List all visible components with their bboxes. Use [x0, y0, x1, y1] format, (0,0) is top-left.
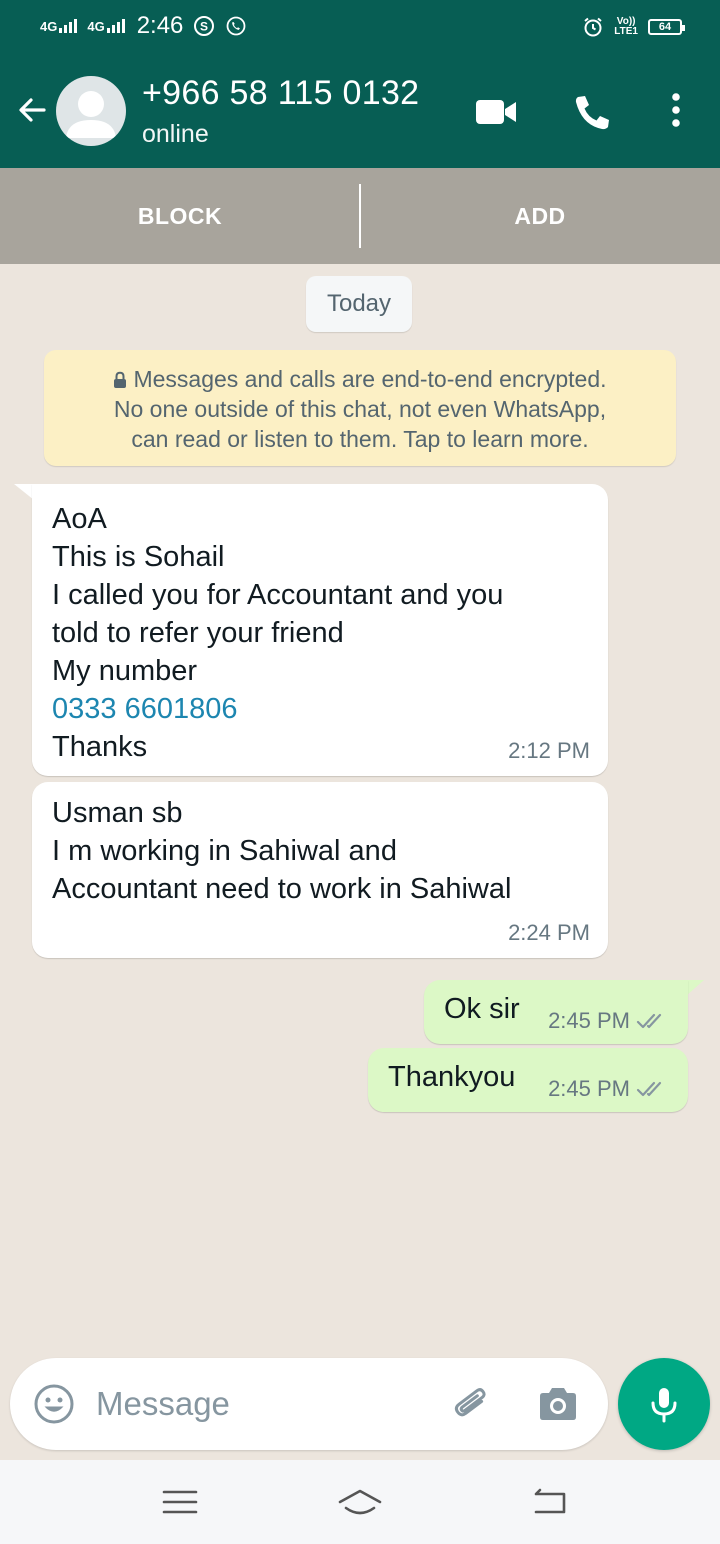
bubble-tail	[686, 980, 704, 996]
chat-area[interactable]: Today Messages and calls are end-to-end …	[0, 264, 720, 1460]
battery-level: 64	[658, 21, 672, 33]
message-line: I called you for Accountant and you	[52, 579, 504, 611]
video-camera-icon[interactable]	[474, 92, 518, 132]
microphone-icon	[651, 1388, 677, 1423]
signal-icon	[59, 19, 78, 33]
incoming-message[interactable]: Usman sb I m working in Sahiwal and Acco…	[32, 782, 608, 958]
message-line: told to refer your friend	[52, 617, 344, 649]
outgoing-message[interactable]: Ok sir 2:45 PM	[424, 980, 688, 1044]
message-meta: 2:45 PM	[548, 1076, 670, 1102]
status-bar-left: 4G 4G 2:46 S	[40, 12, 247, 40]
arrow-left-icon[interactable]	[14, 92, 50, 128]
message-time: 2:12 PM	[508, 738, 590, 763]
bubble-tail	[14, 484, 34, 500]
status-bar: 4G 4G 2:46 S Vo)) LTE1 64	[0, 0, 720, 56]
battery-icon: 64	[648, 19, 685, 35]
outgoing-message[interactable]: Thankyou 2:45 PM	[368, 1048, 688, 1112]
encryption-line-3: can read or listen to them. Tap to learn…	[131, 426, 589, 452]
lock-icon	[114, 371, 127, 388]
chat-header: +966 58 115 0132 online	[0, 56, 720, 168]
message-line: Thankyou	[388, 1061, 516, 1093]
encryption-text-1: Messages and calls are end-to-end encryp…	[133, 366, 607, 392]
message-composer	[10, 1358, 608, 1450]
home-icon[interactable]	[336, 1484, 384, 1520]
message-meta: 2:45 PM	[548, 1008, 670, 1034]
volte-indicator: Vo)) LTE1	[614, 17, 638, 37]
block-button[interactable]: BLOCK	[0, 168, 360, 264]
message-line: I m working in Sahiwal and	[52, 835, 397, 867]
encryption-line-1: Messages and calls are end-to-end encryp…	[44, 364, 676, 394]
recent-apps-icon[interactable]	[160, 1484, 200, 1520]
add-button[interactable]: ADD	[360, 168, 720, 264]
message-line: My number	[52, 655, 198, 687]
phone-icon[interactable]	[570, 92, 614, 132]
system-navigation-bar	[0, 1460, 720, 1544]
message-line: Usman sb	[52, 797, 183, 829]
read-ticks-icon	[636, 1013, 662, 1029]
more-vertical-icon[interactable]	[654, 92, 698, 132]
date-separator: Today	[306, 276, 412, 332]
message-line: AoA	[52, 503, 107, 535]
message-time: 2:45 PM	[548, 1076, 630, 1101]
alarm-icon	[584, 17, 602, 37]
system-back-icon[interactable]	[530, 1484, 570, 1520]
encryption-line-2: No one outside of this chat, not even Wh…	[113, 396, 607, 422]
signal-icon	[106, 19, 125, 33]
message-input[interactable]	[96, 1378, 426, 1430]
network-indicator-2: 4G	[87, 19, 125, 34]
read-ticks-icon	[636, 1081, 662, 1097]
phone-number-link[interactable]: 0333 6601806	[52, 690, 588, 728]
microphone-button[interactable]	[618, 1358, 710, 1450]
clock: 2:46	[136, 12, 184, 39]
message-time: 2:24 PM	[508, 920, 590, 945]
block-add-bar: BLOCK ADD	[0, 168, 720, 264]
network-type-1: 4G	[40, 19, 58, 34]
default-avatar-icon	[66, 91, 116, 138]
emoji-icon[interactable]	[32, 1382, 76, 1426]
divider	[359, 184, 361, 248]
paperclip-icon[interactable]	[448, 1382, 494, 1428]
svg-text:S: S	[200, 20, 208, 34]
network-indicator-1: 4G	[40, 19, 78, 34]
camera-icon[interactable]	[536, 1382, 580, 1426]
encryption-notice[interactable]: Messages and calls are end-to-end encryp…	[44, 350, 676, 466]
network-type-2: 4G	[87, 19, 105, 34]
status-bar-right: Vo)) LTE1 64	[582, 16, 685, 38]
whatsapp-notification-icon	[227, 16, 246, 36]
avatar[interactable]	[56, 76, 126, 146]
contact-name[interactable]: +966 58 115 0132	[142, 74, 419, 113]
message-line: This is Sohail	[52, 541, 225, 573]
message-line: Ok sir	[444, 993, 520, 1025]
message-time: 2:45 PM	[548, 1008, 630, 1033]
contact-status: online	[142, 120, 209, 148]
incoming-message[interactable]: AoA This is Sohail I called you for Acco…	[32, 484, 608, 776]
lte-label: LTE1	[614, 26, 638, 37]
skype-icon: S	[194, 16, 215, 36]
message-line: Accountant need to work in Sahiwal	[52, 873, 512, 905]
